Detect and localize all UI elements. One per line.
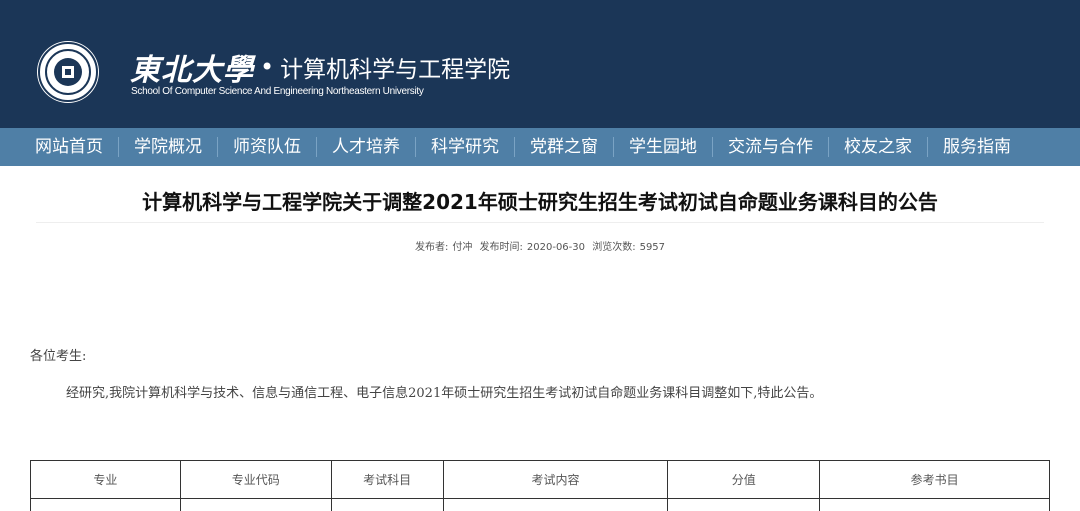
university-name: 東北大學 [130,53,254,88]
nav-item-alumni[interactable]: 校友之家 [828,137,927,157]
author-value: 付冲 [452,242,473,253]
logo-separator: • [260,53,275,81]
university-seal-icon[interactable] [37,41,99,103]
table-header-references: 参考书目 [819,460,1050,499]
table-cell [179,498,332,511]
date-label: 发布时间: [479,242,523,253]
site-logo[interactable]: 東北大學 • 计算机科学与工程学院 [130,50,511,88]
table-header-exam-content: 考试内容 [442,460,669,499]
nav-item-services[interactable]: 服务指南 [927,137,1026,157]
table-header-exam-subject: 考试科目 [330,460,444,499]
table-cell [30,498,181,511]
article-paragraph: 经研究,我院计算机科学与技术、信息与通信工程、电子信息2021年硕士研究生招生考… [66,386,823,401]
nav-item-exchange[interactable]: 交流与合作 [712,137,828,157]
article-meta: 发布者: 付冲 发布时间: 2020-06-30 浏览次数: 5957 [0,238,1080,253]
table-cell [667,498,821,511]
article-title: 计算机科学与工程学院关于调整2021年硕士研究生招生考试初试自命题业务课科目的公… [142,190,938,214]
table-header-score: 分值 [667,460,821,499]
table-row [30,498,1050,511]
site-header: 東北大學 • 计算机科学与工程学院 School Of Computer Sci… [0,0,1080,128]
table-header-major-code: 专业代码 [179,460,332,499]
nav-item-research[interactable]: 科学研究 [415,137,514,157]
nav-item-education[interactable]: 人才培养 [316,137,415,157]
table-cell [442,498,669,511]
views-value: 5957 [639,242,666,253]
author-label: 发布者: [414,242,449,253]
views-label: 浏览次数: [592,242,636,253]
school-name-en: School Of Computer Science And Engineeri… [131,86,424,97]
nav-item-faculty[interactable]: 师资队伍 [217,137,316,157]
table-header-major: 专业 [30,460,181,499]
table-cell [330,498,444,511]
date-value: 2020-06-30 [526,242,586,253]
nav-item-about[interactable]: 学院概况 [118,137,217,157]
title-divider [36,222,1044,223]
nav-item-party[interactable]: 党群之窗 [514,137,613,157]
subjects-table: 专业 专业代码 考试科目 考试内容 分值 参考书目 [30,460,1050,511]
article-greeting: 各位考生: [30,349,87,364]
main-nav: 网站首页 学院概况 师资队伍 人才培养 科学研究 党群之窗 学生园地 交流与合作… [0,128,1080,166]
table-header-row: 专业 专业代码 考试科目 考试内容 分值 参考书目 [30,460,1050,499]
nav-item-home[interactable]: 网站首页 [21,137,118,157]
school-name-cn: 计算机科学与工程学院 [280,57,511,83]
table-cell [819,498,1050,511]
nav-item-students[interactable]: 学生园地 [613,137,712,157]
